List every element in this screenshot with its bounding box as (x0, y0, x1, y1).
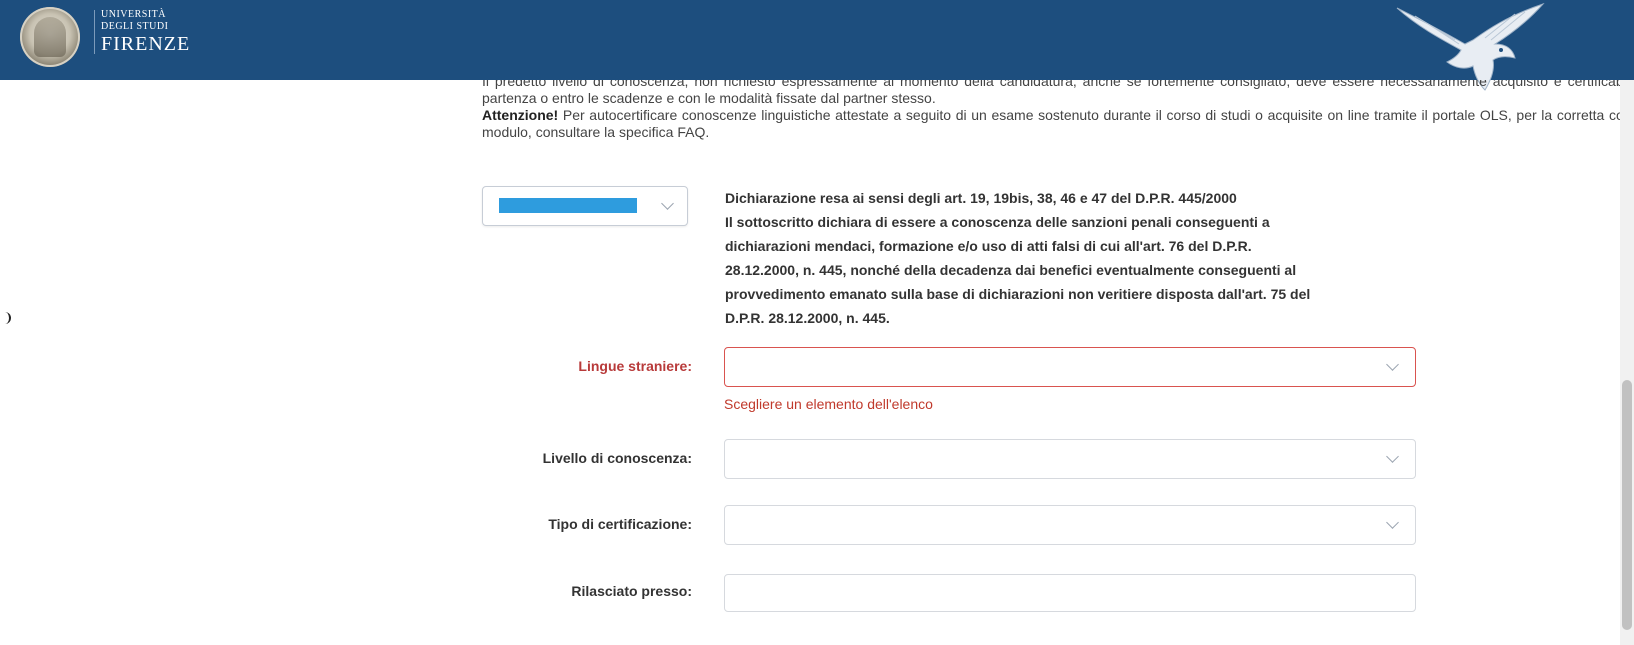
rilasciato-label: Rilasciato presso: (571, 583, 692, 599)
tipo-label: Tipo di certificazione: (548, 516, 692, 532)
brand-line-2: DEGLI STUDI (101, 21, 169, 32)
warning-text: Per autocertificare conoscenze linguisti… (482, 107, 1634, 140)
tipo-certificazione-select[interactable] (724, 505, 1416, 545)
redacted-selection (499, 198, 637, 213)
chevron-down-icon (1386, 358, 1399, 371)
chevron-down-icon (661, 197, 674, 210)
brand-line-3: FIRENZE (101, 33, 191, 55)
rilasciato-presso-input[interactable] (724, 574, 1416, 612)
university-logo-text[interactable]: UNIVERSITÀ DEGLI STUDI FIRENZE (94, 10, 190, 54)
site-header: UNIVERSITÀ DEGLI STUDI FIRENZE (0, 0, 1634, 91)
declaration-select[interactable] (482, 186, 688, 226)
chevron-down-icon (1386, 516, 1399, 529)
university-seal-icon[interactable] (20, 7, 80, 67)
intro-paragraph: Il predetto livello di conoscenza, non r… (482, 80, 1634, 106)
chevron-down-icon (1386, 450, 1399, 463)
declaration-body: Il sottoscritto dichiara di essere a con… (725, 214, 1311, 326)
intro-text-block: Il predetto livello di conoscenza, non r… (482, 80, 1634, 180)
livello-label: Livello di conoscenza: (542, 450, 692, 466)
warning-title: Attenzione! (482, 107, 559, 123)
declaration-heading: Dichiarazione resa ai sensi degli art. 1… (725, 190, 1237, 206)
livello-conoscenza-select[interactable] (724, 439, 1416, 479)
lingue-straniere-select[interactable] (724, 347, 1416, 387)
lingue-error-message: Scegliere un elemento dell'elenco (724, 396, 933, 412)
lingue-label: Lingue straniere: (578, 358, 692, 374)
declaration-text: Dichiarazione resa ai sensi degli art. 1… (725, 186, 1325, 330)
scroll-handle-mark (5, 312, 11, 324)
page-scrollbar[interactable] (1620, 80, 1634, 645)
scrollbar-thumb[interactable] (1622, 380, 1632, 630)
brand-line-1: UNIVERSITÀ (101, 9, 166, 20)
